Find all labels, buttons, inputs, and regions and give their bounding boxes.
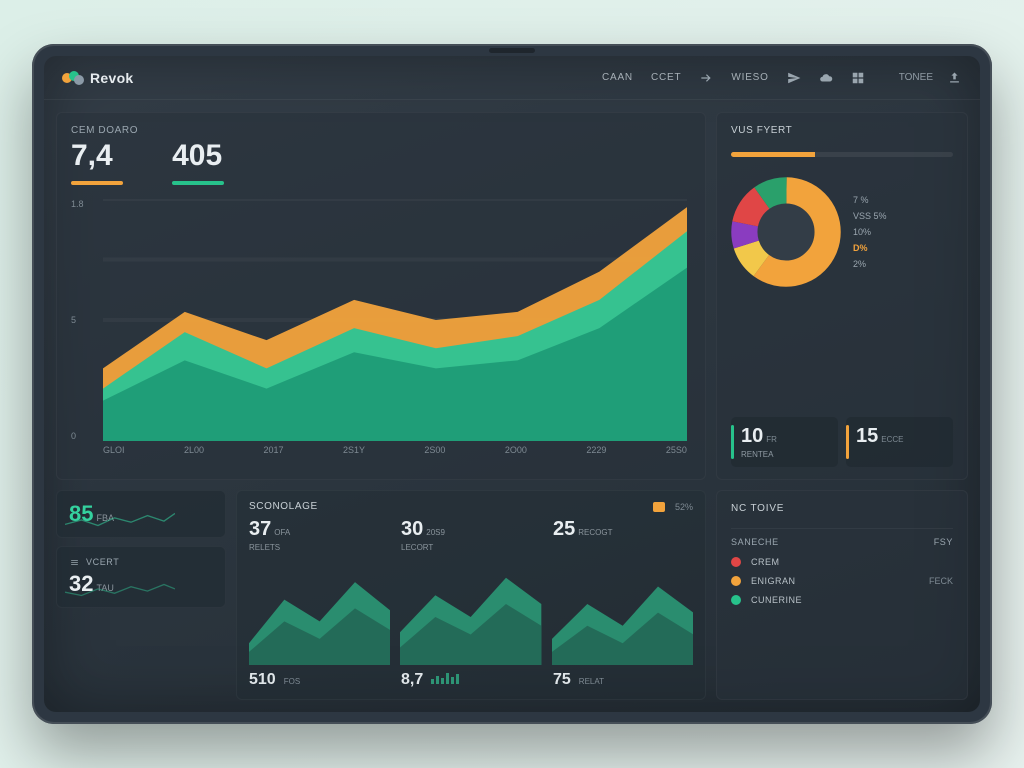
app-screen: Revok CAAN CCET WIESO TO: [44, 56, 980, 712]
content-grid: Cem Doaro 7,4 405 1.8 5 0: [44, 100, 980, 712]
plot-area: [103, 199, 687, 441]
main-chart-panel: Cem Doaro 7,4 405 1.8 5 0: [56, 112, 706, 480]
rm-2: 3020S9LECORT: [401, 518, 541, 552]
area-chart[interactable]: 1.8 5 0: [71, 193, 691, 467]
pie-legend: 7 % VSS 5% 10% D% 2%: [853, 195, 887, 269]
send-icon: [787, 71, 801, 85]
dot-icon: [731, 557, 741, 567]
nav-item-2[interactable]: WIESO: [731, 72, 768, 83]
bottom-right-panel: NC TOIVE SANECHEFSY CREM ENIGRANFECK: [716, 490, 968, 700]
metric-1-label: Cem Doaro: [71, 125, 138, 136]
pie-chart[interactable]: [731, 177, 841, 287]
row-metrics: 37OFARELETS 3020S9LECORT 25RECOGT: [249, 518, 693, 552]
stack-3[interactable]: [552, 556, 693, 665]
metric-1-value: 7,4: [71, 139, 138, 173]
rm-3: 25RECOGT: [553, 518, 693, 552]
br-list: CREM ENIGRANFECK CUNERINE: [731, 557, 953, 605]
bars-mini-icon: [431, 672, 459, 684]
rm-1: 37OFARELETS: [249, 518, 389, 552]
topbar-right: TONEE: [899, 70, 962, 85]
topbar: Revok CAAN CCET WIESO TO: [44, 56, 980, 100]
right-metrics: 10FR Rentea 15ECCE: [731, 417, 953, 467]
metric-2-value: 405: [172, 139, 224, 173]
arrow-right-icon: [699, 71, 713, 85]
list-item[interactable]: CREM: [731, 557, 953, 567]
br-sub: SANECHEFSY: [731, 528, 953, 547]
device-frame: Revok CAAN CCET WIESO TO: [32, 44, 992, 724]
card-a[interactable]: 85FBA: [56, 490, 226, 538]
scroll-badge: 52%: [675, 502, 693, 512]
device-camera: [489, 48, 535, 53]
scroll-title: SCONOLAGE: [249, 501, 318, 512]
fm-3: 75RELAT: [553, 671, 693, 689]
metric-2-bar: [172, 181, 224, 185]
fm-1: 510FOS: [249, 671, 389, 689]
card-b[interactable]: VCERT 32TAU: [56, 546, 226, 608]
brand-name: Revok: [90, 70, 134, 86]
brand-logo[interactable]: Revok: [62, 70, 134, 86]
nav-item-grid[interactable]: [851, 71, 865, 85]
side-cards: 85FBA VCERT 32TAU: [56, 490, 226, 700]
right-title: Vus Fyert: [731, 125, 953, 136]
menu-icon: [69, 558, 80, 567]
spark-b-icon: [65, 579, 175, 601]
dot-icon: [731, 576, 741, 586]
grid-icon: [851, 71, 865, 85]
fm-2: 8,7: [401, 671, 541, 689]
nav-item-arrow[interactable]: [699, 71, 713, 85]
footer-metrics: 510FOS 8,7 75RELAT: [249, 671, 693, 689]
right-panel: Vus Fyert 7 % VSS 5% 10%: [716, 112, 968, 480]
main-metrics: Cem Doaro 7,4 405: [71, 125, 691, 185]
bottom-left: 85FBA VCERT 32TAU: [56, 490, 706, 700]
dot-icon: [731, 595, 741, 605]
nav-item-cloud[interactable]: [819, 71, 833, 85]
right-metric-1: 10FR Rentea: [731, 417, 838, 467]
metric-2: 405: [172, 125, 224, 185]
scroll-panel: SCONOLAGE 52% 37OFARELETS 3020S9LECORT 2…: [236, 490, 706, 700]
top-nav: CAAN CCET WIESO: [602, 71, 865, 85]
scroll-head: SCONOLAGE 52%: [249, 501, 693, 512]
card-b-title: VCERT: [69, 557, 213, 567]
nav-item-1[interactable]: CCET: [651, 72, 681, 83]
nav-item-0[interactable]: CAAN: [602, 72, 633, 83]
br-title: NC TOIVE: [731, 503, 784, 514]
progress-bar: [731, 152, 953, 157]
right-metric-2: 15ECCE: [846, 417, 953, 467]
stack-1[interactable]: [249, 556, 390, 665]
folder-icon[interactable]: [653, 502, 665, 512]
y-axis: 1.8 5 0: [71, 199, 99, 441]
metric-1-bar: [71, 181, 123, 185]
top-chip: TONEE: [899, 72, 933, 83]
pie-section: 7 % VSS 5% 10% D% 2%: [731, 177, 953, 287]
spark-a-icon: [65, 509, 175, 531]
stack-2[interactable]: [400, 556, 541, 665]
export-icon[interactable]: [947, 70, 962, 85]
list-item[interactable]: CUNERINE: [731, 595, 953, 605]
logo-icon: [62, 71, 82, 85]
metric-1: Cem Doaro 7,4: [71, 125, 138, 185]
nav-item-send[interactable]: [787, 71, 801, 85]
x-axis: GLOI2L00 20172S1Y 2S002O00 222925S0: [103, 445, 687, 467]
metric-2-label: [172, 125, 224, 136]
stack-charts: [249, 556, 693, 665]
list-item[interactable]: ENIGRANFECK: [731, 576, 953, 586]
br-head: NC TOIVE: [731, 503, 953, 514]
cloud-icon: [819, 71, 833, 85]
